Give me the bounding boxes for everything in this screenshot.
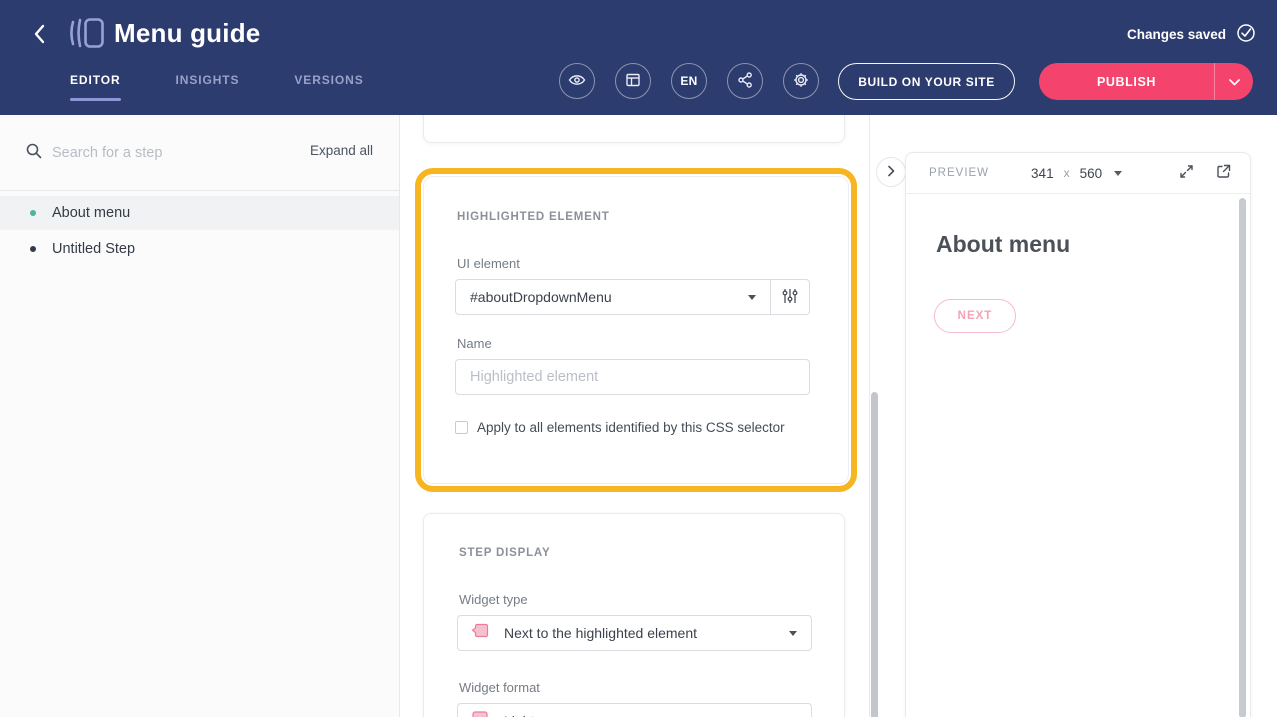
widget-format-value: Light [504,713,534,717]
widget-type-select[interactable]: Next to the highlighted element [457,615,812,651]
editor-tabs: EDITOR INSIGHTS VERSIONS [70,73,364,101]
expand-arrows-icon [1178,163,1195,183]
app-header: Menu guide Changes saved EDITOR INSIGHTS… [0,0,1277,115]
external-link-icon [1215,163,1232,183]
page-title: Menu guide [114,18,260,49]
widget-format-label: Widget format [459,680,540,695]
expand-preview-button[interactable] [1178,163,1195,183]
chevron-down-icon [1114,171,1122,176]
widget-format-icon [470,709,490,717]
step-item-about-menu[interactable]: About menu [0,196,399,230]
preview-panel: PREVIEW 341 x 560 [905,152,1251,717]
share-button[interactable] [727,63,763,99]
publish-split-button: PUBLISH [1039,63,1253,100]
tab-insights-label: INSIGHTS [176,73,240,87]
tab-editor[interactable]: EDITOR [70,73,121,101]
preview-title: PREVIEW [929,167,989,179]
ui-element-value: #aboutDropdownMenu [470,289,612,305]
gear-icon [792,71,810,92]
tab-insights[interactable]: INSIGHTS [176,73,240,101]
step-label: About menu [52,205,130,221]
collapse-preview-button[interactable] [876,157,906,187]
widget-type-label: Widget type [459,592,528,607]
previous-settings-card [423,115,845,143]
preview-eye-button[interactable] [559,63,595,99]
back-button[interactable] [24,20,54,50]
sliders-icon [782,287,798,308]
search-icon [25,142,43,165]
publish-button[interactable]: PUBLISH [1039,63,1214,100]
step-display-card: STEP DISPLAY Widget type Next to the hig… [423,513,845,717]
chevron-down-icon [748,295,756,300]
tooltip-widget-icon [470,621,490,645]
editor-scrollbar[interactable] [871,392,878,717]
steps-sidebar: Expand all About menu Untitled Step [0,115,400,717]
guide-logo-icon [68,17,106,54]
build-on-your-site-button[interactable]: BUILD ON YOUR SITE [838,63,1015,100]
preview-next-button[interactable]: NEXT [934,299,1016,333]
tab-versions-label: VERSIONS [294,73,363,87]
size-separator: x [1064,166,1070,180]
step-search-row: Expand all [0,115,399,191]
preview-scrollbar[interactable] [1239,198,1246,717]
expand-all-button[interactable]: Expand all [310,143,373,158]
highlighted-element-card: HIGHLIGHTED ELEMENT UI element #aboutDro… [423,176,849,484]
apply-all-checkbox[interactable] [455,421,468,434]
header-icon-buttons: EN [559,63,819,99]
step-status-dot [30,246,36,252]
preview-step-title: About menu [936,231,1070,258]
highlighted-element-name-input[interactable] [455,359,810,395]
layout-button[interactable] [615,63,651,99]
chevron-right-icon [887,165,895,180]
step-settings-editor: HIGHLIGHTED ELEMENT UI element #aboutDro… [400,115,870,717]
step-item-untitled-step[interactable]: Untitled Step [0,232,399,266]
changes-saved-label: Changes saved [1127,27,1226,42]
apply-all-label: Apply to all elements identified by this… [477,420,785,435]
open-in-new-tab-button[interactable] [1215,163,1232,183]
layout-window-icon [625,72,641,91]
language-badge: EN [680,74,697,88]
changes-saved-status: Changes saved [1127,23,1256,46]
share-icon [737,71,753,92]
step-status-dot [30,210,36,216]
eye-icon [568,73,586,90]
active-tab-underline [70,98,121,101]
preview-height-value: 560 [1080,166,1103,181]
advanced-selector-button[interactable] [771,279,810,315]
apply-all-checkbox-row[interactable]: Apply to all elements identified by this… [455,420,785,435]
widget-type-value: Next to the highlighted element [504,625,697,641]
section-title: STEP DISPLAY [459,547,550,559]
chevron-down-icon [789,631,797,636]
chevron-down-icon [1229,74,1240,89]
section-title: HIGHLIGHTED ELEMENT [457,211,610,223]
name-label: Name [457,336,492,351]
tab-editor-label: EDITOR [70,73,121,87]
step-label: Untitled Step [52,241,135,257]
highlighted-element-outline: HIGHLIGHTED ELEMENT UI element #aboutDro… [415,168,857,492]
step-search-input[interactable] [52,137,262,169]
preview-size-select[interactable]: 341 x 560 [1031,166,1122,181]
chevron-left-icon [32,23,46,48]
preview-header: PREVIEW 341 x 560 [906,153,1250,194]
ui-element-select-row: #aboutDropdownMenu [455,279,810,315]
ui-element-select[interactable]: #aboutDropdownMenu [455,279,771,315]
preview-width-value: 341 [1031,166,1054,181]
language-button[interactable]: EN [671,63,707,99]
check-circle-icon [1236,23,1256,46]
tab-versions[interactable]: VERSIONS [294,73,363,101]
publish-dropdown-button[interactable] [1214,63,1253,100]
step-list: About menu Untitled Step [0,196,399,268]
settings-button[interactable] [783,63,819,99]
widget-format-select[interactable]: Light [457,703,812,717]
ui-element-label: UI element [457,256,520,271]
